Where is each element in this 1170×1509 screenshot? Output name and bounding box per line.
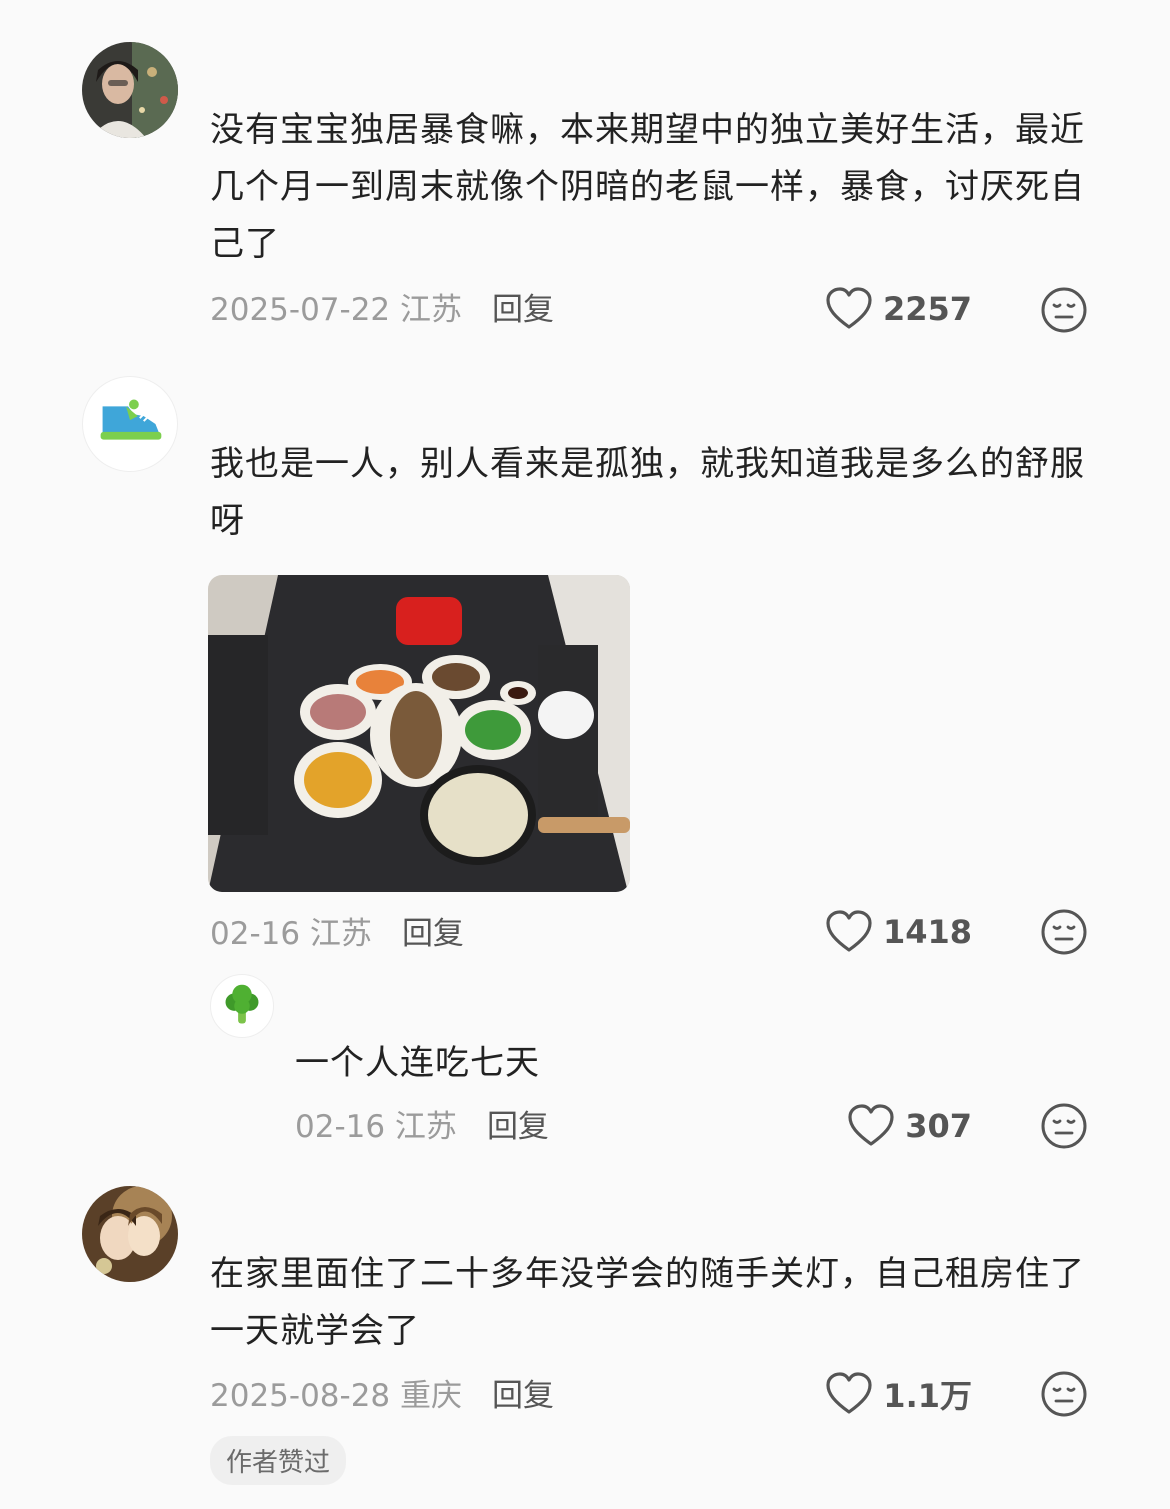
like-count: 307 — [905, 1107, 972, 1145]
reply-text: 一个人连吃七天 — [295, 1043, 540, 1083]
comment-image[interactable] — [208, 575, 630, 892]
sneaker-avatar-icon — [100, 399, 162, 440]
like-count: 2257 — [882, 290, 972, 328]
date-location: 02-16 江苏 — [210, 915, 372, 952]
comment-text: 我也是一人，别人看来是孤独，就我知道我是多么的舒服呀 — [210, 444, 1085, 541]
dislike-button[interactable] — [1040, 1370, 1088, 1418]
date-location: 2025-07-22 江苏 — [210, 291, 463, 328]
reply-button[interactable]: 回复 — [487, 1101, 549, 1146]
comment-meta: 02-16 江苏 回复 — [210, 908, 464, 953]
avatar[interactable] — [82, 376, 178, 472]
reply-avatar[interactable] — [210, 974, 274, 1038]
reply-button[interactable]: 回复 — [492, 284, 554, 329]
like-button[interactable]: 2257 — [825, 285, 972, 333]
meh-face-icon — [1041, 287, 1087, 333]
comment-meta: 2025-07-22 江苏 回复 — [210, 284, 554, 329]
like-count: 1418 — [882, 913, 972, 951]
meh-face-icon — [1041, 1371, 1087, 1417]
dislike-button[interactable] — [1040, 286, 1088, 334]
meh-face-icon — [1041, 1103, 1087, 1149]
date-location: 02-16 江苏 — [295, 1108, 457, 1145]
dinner-table-photo — [208, 575, 630, 892]
like-button[interactable]: 1.1万 — [825, 1370, 972, 1418]
reply-meta: 02-16 江苏 回复 — [295, 1101, 549, 1146]
heart-icon — [826, 910, 872, 952]
meh-face-icon — [1041, 909, 1087, 955]
heart-icon — [848, 1104, 894, 1146]
author-liked-badge: 作者赞过 — [210, 1436, 347, 1485]
person-photo-avatar-icon — [82, 42, 178, 138]
like-count: 1.1万 — [883, 1377, 972, 1415]
dislike-button[interactable] — [1040, 1102, 1088, 1150]
reply-button[interactable]: 回复 — [402, 908, 464, 953]
avatar[interactable] — [82, 1186, 178, 1282]
comment-text: 没有宝宝独居暴食嘛，本来期望中的独立美好生活，最近几个月一到周末就像个阴暗的老鼠… — [210, 110, 1085, 264]
dislike-button[interactable] — [1040, 908, 1088, 956]
avatar[interactable] — [82, 42, 178, 138]
reply-button[interactable]: 回复 — [492, 1370, 554, 1415]
like-button[interactable]: 307 — [847, 1102, 972, 1150]
date-location: 2025-08-28 重庆 — [210, 1377, 463, 1414]
comment-text: 在家里面住了二十多年没学会的随手关灯，自己租房住了一天就学会了 — [210, 1254, 1085, 1351]
heart-icon — [826, 287, 872, 329]
broccoli-avatar-icon — [225, 984, 259, 1024]
comment-meta: 2025-08-28 重庆 回复 — [210, 1370, 554, 1415]
anime-girls-avatar-icon — [82, 1186, 178, 1282]
heart-icon — [826, 1372, 872, 1414]
like-button[interactable]: 1418 — [825, 908, 972, 956]
